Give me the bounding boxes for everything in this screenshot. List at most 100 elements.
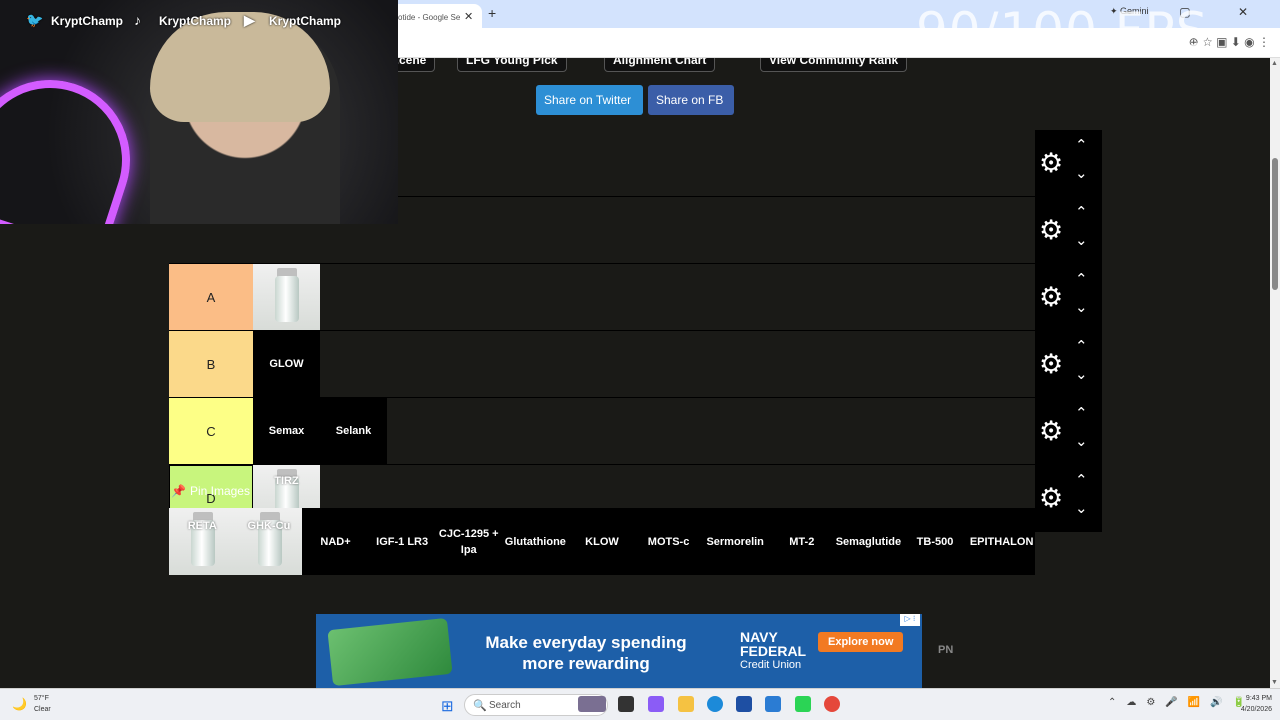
tier-label[interactable]: A xyxy=(169,264,253,330)
taskbar-app-edge[interactable] xyxy=(707,696,723,712)
pool-item-card[interactable]: Glutathione xyxy=(502,508,569,575)
alignment-chart-button[interactable]: Alignment Chart xyxy=(604,58,716,72)
taskbar-app-copilot[interactable] xyxy=(648,696,664,712)
pool-item-card[interactable]: CJC-1295 + Ipa xyxy=(435,508,502,575)
clock-time: 9:43 PM xyxy=(1245,695,1272,702)
chevron-up-icon[interactable]: ⌃ xyxy=(1075,337,1088,355)
pool-item-card[interactable]: TB-500 xyxy=(902,508,969,575)
ad-headline: Make everyday spending more rewarding xyxy=(485,633,687,673)
share-twitter-button[interactable]: Share on Twitter xyxy=(536,85,643,115)
pool-item-card[interactable]: Semaglutide xyxy=(835,508,902,575)
active-tab[interactable]: otide - Google Se ✕ xyxy=(398,4,482,28)
ad-brand-line1: NAVY xyxy=(740,629,778,645)
ad-explore-button[interactable]: Explore now xyxy=(818,632,904,652)
chevron-up-icon[interactable]: ⌃ xyxy=(1075,471,1088,489)
pool-item-card[interactable]: MOTS-c xyxy=(635,508,702,575)
tier-item-card[interactable]: GLOW xyxy=(253,331,320,397)
tier-item-card[interactable]: Selank xyxy=(320,398,387,464)
scroll-up-icon[interactable]: ▲ xyxy=(1271,60,1278,67)
tier-items: Semax Selank xyxy=(253,398,387,464)
social-tiktok: ♪ KryptChamp xyxy=(134,12,231,30)
pool-item-label: CJC-1295 + Ipa xyxy=(438,527,499,556)
tier-label[interactable]: C xyxy=(169,398,253,464)
chevron-up-icon[interactable]: ⌃ xyxy=(1075,404,1088,422)
system-tray-icons[interactable]: ⌃☁⚙🎤📶🔊🔋 xyxy=(1108,697,1255,708)
neon-light xyxy=(0,59,151,224)
taskbar-app-tasks[interactable] xyxy=(618,696,634,712)
weather-desc: Clear xyxy=(34,706,51,713)
chevron-down-icon[interactable]: ⌄ xyxy=(1075,164,1088,182)
youtube-icon: ▶ xyxy=(244,12,255,28)
toolbar-button-young-pick[interactable]: LFG Young Pick xyxy=(457,58,567,72)
social-twitter: 🐦 KryptChamp xyxy=(26,12,123,30)
advertisement-banner[interactable]: Make everyday spending more rewarding NA… xyxy=(316,614,922,688)
moon-icon: 🌙 xyxy=(12,697,27,711)
taskbar-app-chat[interactable] xyxy=(795,696,811,712)
weather-widget[interactable]: 57°F Clear xyxy=(34,693,51,715)
gear-icon[interactable]: ⚙ xyxy=(1039,150,1063,177)
chevron-up-icon[interactable]: ⌃ xyxy=(1075,136,1088,154)
tier-item-card[interactable] xyxy=(253,264,320,330)
pool-item-card[interactable]: RETA xyxy=(169,508,236,575)
view-community-rank-button[interactable]: View Community Rank xyxy=(760,58,908,72)
gear-icon[interactable]: ⚙ xyxy=(1039,351,1063,378)
tiktok-handle: KryptChamp xyxy=(159,14,232,28)
pool-item-label: EPITHALON xyxy=(969,535,1034,548)
tab-close-icon[interactable]: ✕ xyxy=(464,10,473,23)
tier-controls: ⚙ ⌃ ⌄ xyxy=(1035,465,1102,531)
chevron-down-icon[interactable]: ⌄ xyxy=(1075,231,1088,249)
tier-controls: ⚙ ⌃ ⌄ xyxy=(1035,264,1102,330)
tier-item-card[interactable]: Semax xyxy=(253,398,320,464)
tier-row: B GLOW ⚙ ⌃ ⌄ xyxy=(169,331,1102,398)
pool-item-card[interactable]: Sermorelin xyxy=(702,508,769,575)
pin-images-label: Pin Images xyxy=(189,484,250,498)
taskbar-app-outlook[interactable] xyxy=(765,696,781,712)
pool-item-card[interactable]: KLOW xyxy=(569,508,636,575)
chevron-up-icon[interactable]: ⌃ xyxy=(1075,270,1088,288)
tier-items: GLOW xyxy=(253,331,320,397)
pool-item-label: Sermorelin xyxy=(706,535,764,548)
pn-label: PN xyxy=(938,644,954,656)
tiktok-icon: ♪ xyxy=(134,12,141,28)
scroll-down-icon[interactable]: ▼ xyxy=(1271,679,1278,686)
chevron-down-icon[interactable]: ⌄ xyxy=(1075,365,1088,383)
tier-item-label: Semax xyxy=(268,425,305,437)
gear-icon[interactable]: ⚙ xyxy=(1039,284,1063,311)
tier-row: C Semax Selank ⚙ ⌃ ⌄ xyxy=(169,398,1102,465)
adchoices-icon[interactable]: ▷ ⁝ xyxy=(900,614,920,626)
pool-item-label: RETA xyxy=(187,520,217,532)
pin-images-toggle[interactable]: 📌 Pin Images xyxy=(171,484,250,498)
taskbar-app-explorer[interactable] xyxy=(678,696,694,712)
pool-item-label: KLOW xyxy=(585,535,619,548)
pool-item-label: MOTS-c xyxy=(647,535,690,548)
clock[interactable]: 9:43 PM 4/20/2026 xyxy=(1241,693,1272,715)
tier-controls: ⚙ ⌃ ⌄ xyxy=(1035,130,1102,196)
scroll-thumb[interactable] xyxy=(1272,158,1278,290)
tab-title: otide - Google Se xyxy=(398,13,461,22)
chevron-down-icon[interactable]: ⌄ xyxy=(1075,298,1088,316)
gear-icon[interactable]: ⚙ xyxy=(1039,217,1063,244)
unranked-item-pool: RETA GHK-Cu NAD+ IGF-1 LR3 CJC-1295 + Ipa Glu… xyxy=(169,508,1035,575)
pool-item-card[interactable]: IGF-1 LR3 xyxy=(369,508,436,575)
pool-item-card[interactable]: NAD+ xyxy=(302,508,369,575)
tier-item-label: Selank xyxy=(335,425,372,437)
page-scrollbar[interactable]: ▲ ▼ xyxy=(1270,58,1280,688)
chevron-down-icon[interactable]: ⌄ xyxy=(1075,499,1088,517)
share-fb-button[interactable]: Share on FB xyxy=(648,85,734,115)
tier-item-label: GLOW xyxy=(269,358,304,370)
pool-item-card[interactable]: MT-2 xyxy=(768,508,835,575)
pool-item-label: IGF-1 LR3 xyxy=(376,535,429,548)
pool-item-card[interactable]: GHK-Cu xyxy=(235,508,303,575)
gear-icon[interactable]: ⚙ xyxy=(1039,418,1063,445)
taskbar-app-chrome[interactable] xyxy=(824,696,840,712)
pool-item-label: GHK-Cu xyxy=(247,520,291,532)
chevron-down-icon[interactable]: ⌄ xyxy=(1075,432,1088,450)
windows-start-icon[interactable]: ⊞ xyxy=(441,697,454,715)
pool-item-card[interactable]: EPITHALON xyxy=(968,508,1035,575)
new-tab-button[interactable]: + xyxy=(488,5,496,21)
chevron-up-icon[interactable]: ⌃ xyxy=(1075,203,1088,221)
taskbar-app-store[interactable] xyxy=(736,696,752,712)
gear-icon[interactable]: ⚙ xyxy=(1039,485,1063,512)
tier-label[interactable]: B xyxy=(169,331,253,397)
taskbar-app-photos[interactable] xyxy=(578,696,606,712)
